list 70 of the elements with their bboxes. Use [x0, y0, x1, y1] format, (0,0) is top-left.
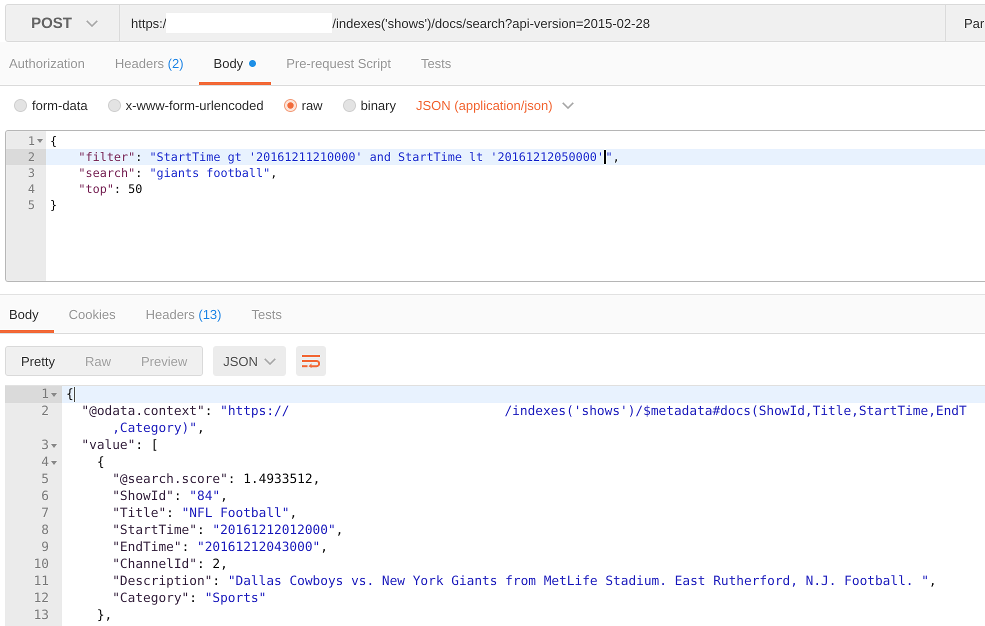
code-text: ", — [606, 150, 620, 164]
tab[interactable]: Body — [0, 295, 54, 333]
radio-button[interactable] — [342, 98, 356, 112]
line-number: 5 — [41, 472, 49, 487]
code-text: }, — [96, 608, 112, 623]
url-text: https:/ — [131, 16, 166, 30]
method-dropdown[interactable]: POST — [5, 4, 120, 42]
code-text: "filter": "StartTime gt '20161211210000' and StartTime lt '20161212050000' — [78, 150, 604, 164]
code-text: "Title": "NFL Football", — [112, 506, 298, 521]
code-text: { — [50, 134, 58, 148]
code-text: "ShowId": "84", — [112, 489, 228, 504]
radio-label[interactable]: form-data — [32, 98, 88, 112]
line-number: 1 — [28, 134, 35, 148]
line-number: 5 — [28, 198, 35, 212]
tab[interactable]: Headers (2) — [100, 42, 199, 85]
chevron-down-icon — [562, 102, 574, 108]
code-text: "ChannelId": 2, — [112, 557, 228, 572]
line-number: 7 — [41, 506, 49, 521]
code-text: } — [50, 198, 58, 212]
line-number: 2 — [28, 150, 35, 164]
line-number: 10 — [34, 557, 49, 572]
line-number: 6 — [41, 489, 49, 504]
code-editor[interactable]: 1 { 2 "filter": "StartTime gt '20161211210000' and StartTime lt '20161212050000'", 3 "search": "giants football", 4 "top": 50 5 } — [5, 130, 985, 282]
chevron-down-icon — [264, 358, 276, 364]
fold-arrow-icon[interactable] — [50, 444, 56, 448]
line-number: 9 — [41, 540, 49, 555]
code-text: "value": [ — [81, 438, 158, 453]
line-number: 1 — [41, 387, 49, 402]
radio-button[interactable] — [284, 98, 297, 112]
text-cursor-icon — [74, 387, 76, 402]
line-number: 8 — [41, 523, 49, 538]
code-text: "EndTime": "20161212043000", — [112, 540, 328, 555]
code-text: "@search.score": 1.4933512, — [112, 472, 320, 487]
code-text: { — [96, 455, 105, 470]
code-text: "@odata.context": "https:// — [81, 404, 290, 419]
line-number: 11 — [34, 574, 49, 589]
code-text: "StartTime": "20161212012000", — [112, 523, 344, 538]
line-number: 3 — [41, 438, 49, 453]
code-text: "Description": "Dallas Cowboys vs. New York Giants from MetLife Stadium. East Rutherford, N.J. Football. ", — [112, 574, 937, 589]
text-cursor-icon — [604, 150, 606, 164]
code-text: /indexes('shows')/$metadata#docs(ShowId,Title,StartTime,EndT — [504, 404, 967, 419]
line-number: 13 — [34, 608, 49, 623]
code-text: ,Category)", — [112, 421, 205, 436]
wrap-lines-icon — [302, 354, 320, 368]
fold-arrow-icon[interactable] — [50, 460, 56, 464]
wrap-lines-button[interactable] — [296, 346, 326, 376]
code-text: "search": "giants football", — [78, 166, 278, 180]
line-number: 2 — [41, 404, 49, 419]
line-number: 4 — [28, 182, 35, 196]
line-number: 4 — [41, 455, 49, 470]
line-number: 3 — [28, 166, 35, 180]
code-text: "Category": "Sports" — [112, 591, 266, 606]
fold-arrow-icon[interactable] — [36, 139, 42, 143]
code-text: "top": 50 — [78, 182, 142, 196]
radio-label[interactable]: x-www-form-urlencoded — [126, 98, 264, 112]
radio-label[interactable]: binary — [360, 98, 396, 112]
format-dropdown[interactable]: JSON — [213, 346, 286, 376]
radio-button[interactable] — [108, 98, 121, 112]
params-button[interactable]: Par — [945, 4, 985, 42]
radio-button[interactable] — [14, 98, 27, 112]
code-text: { — [66, 387, 74, 402]
view-mode-button[interactable]: Pretty — [6, 347, 70, 375]
url-field[interactable]: https:/ /indexes('shows')/docs/search?api-version=2015-02-28 — [120, 4, 945, 42]
radio-label[interactable]: raw — [302, 98, 323, 112]
tab[interactable]: Headers (13) — [130, 295, 236, 333]
line-number: 12 — [34, 591, 49, 606]
fold-arrow-icon[interactable] — [50, 392, 56, 396]
chevron-down-icon — [86, 20, 98, 26]
tab[interactable]: Body — [198, 42, 272, 85]
url-text: /indexes('shows')/docs/search?api-version=2015-02-28 — [332, 16, 650, 30]
